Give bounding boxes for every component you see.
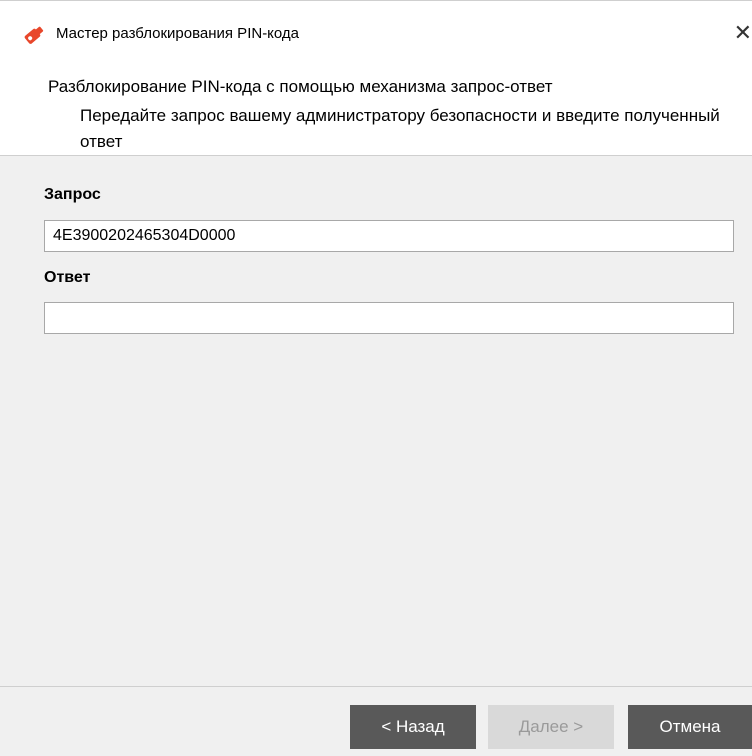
- page-description: Передайте запрос вашему администратору б…: [80, 106, 720, 151]
- cancel-button[interactable]: Отмена: [628, 705, 752, 749]
- title-bar: Мастер разблокирования PIN-кода ✕: [0, 1, 752, 65]
- wizard-footer: < Назад Далее > Отмена: [0, 687, 752, 756]
- window-title: Мастер разблокирования PIN-кода: [56, 25, 300, 42]
- key-icon: [24, 26, 44, 44]
- close-icon: ✕: [733, 20, 752, 45]
- close-button[interactable]: ✕: [730, 19, 752, 47]
- response-label: Ответ: [44, 269, 91, 286]
- back-button[interactable]: < Назад: [350, 705, 476, 749]
- request-field[interactable]: [44, 220, 734, 252]
- wizard-window: Мастер разблокирования PIN-кода ✕ Разбло…: [0, 0, 752, 756]
- response-field[interactable]: [44, 302, 734, 334]
- request-label: Запрос: [44, 186, 101, 203]
- page-title: Разблокирование PIN-кода с помощью механ…: [48, 77, 553, 96]
- wizard-header: Разблокирование PIN-кода с помощью механ…: [0, 65, 752, 155]
- wizard-body: Запрос Ответ: [0, 156, 752, 686]
- next-button[interactable]: Далее >: [488, 705, 614, 749]
